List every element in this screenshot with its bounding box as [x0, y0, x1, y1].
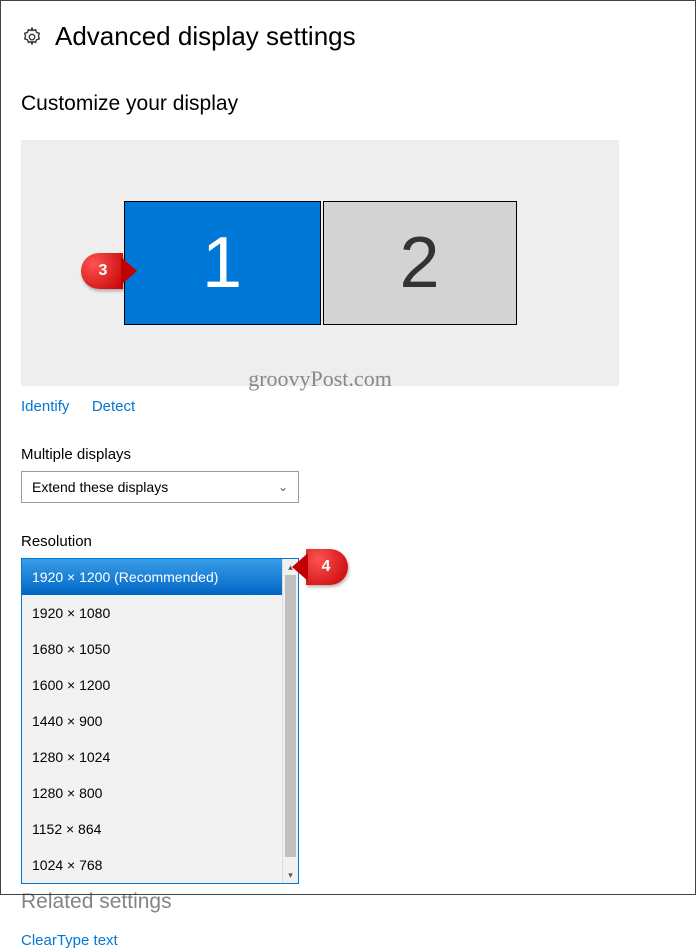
- cleartype-text-link[interactable]: ClearType text: [21, 932, 118, 949]
- customize-heading: Customize your display: [21, 92, 675, 116]
- resolution-option[interactable]: 1024 × 768: [22, 847, 298, 883]
- watermark-text: groovyPost.com: [248, 366, 392, 392]
- resolution-option[interactable]: 1440 × 900: [22, 703, 298, 739]
- multiple-displays-value: Extend these displays: [32, 479, 168, 495]
- detect-link[interactable]: Detect: [92, 398, 135, 415]
- scroll-thumb[interactable]: [285, 575, 296, 857]
- monitor-2[interactable]: 2: [323, 201, 517, 325]
- page-title: Advanced display settings: [55, 21, 356, 52]
- resolution-label: Resolution: [21, 533, 675, 550]
- scroll-down-arrow-icon[interactable]: ▾: [283, 867, 298, 883]
- annotation-balloon-4: 4: [306, 549, 348, 585]
- resolution-option[interactable]: 1280 × 1024: [22, 739, 298, 775]
- annotation-balloon-3: 3: [81, 253, 123, 289]
- resolution-option[interactable]: 1600 × 1200: [22, 667, 298, 703]
- page-title-row: Advanced display settings: [21, 21, 675, 52]
- dropdown-scrollbar[interactable]: ▴ ▾: [282, 559, 298, 883]
- related-settings-heading: Related settings: [21, 890, 675, 914]
- monitor-1[interactable]: 1: [124, 201, 321, 325]
- resolution-option[interactable]: 1680 × 1050: [22, 631, 298, 667]
- gear-icon: [21, 26, 43, 48]
- multiple-displays-select[interactable]: Extend these displays ⌄: [21, 471, 299, 503]
- multiple-displays-label: Multiple displays: [21, 446, 675, 463]
- identify-link[interactable]: Identify: [21, 398, 69, 415]
- resolution-option[interactable]: 1920 × 1200 (Recommended): [22, 559, 298, 595]
- resolution-dropdown-list[interactable]: 1920 × 1200 (Recommended) 1920 × 1080 16…: [21, 558, 299, 884]
- resolution-option[interactable]: 1280 × 800: [22, 775, 298, 811]
- resolution-option[interactable]: 1920 × 1080: [22, 595, 298, 631]
- resolution-option[interactable]: 1152 × 864: [22, 811, 298, 847]
- chevron-down-icon: ⌄: [278, 480, 288, 494]
- display-links-row: Identify Detect: [21, 398, 675, 416]
